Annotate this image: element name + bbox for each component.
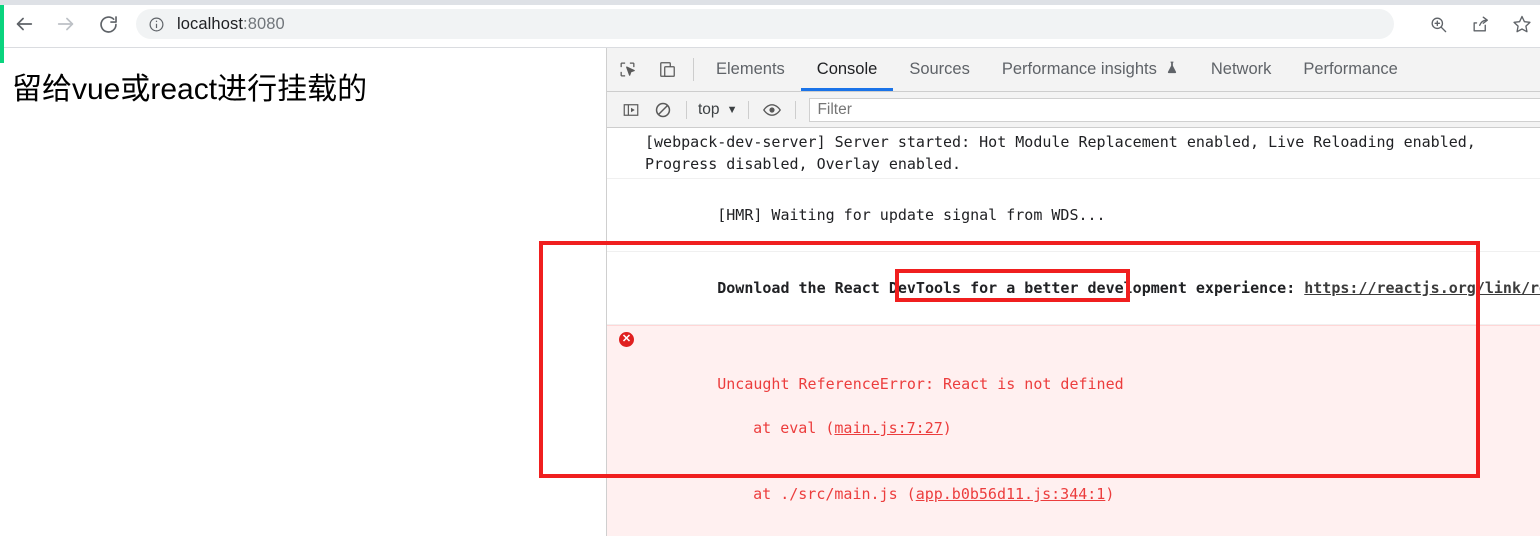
stack-frame-suffix: ) [942, 419, 952, 437]
filter-input[interactable]: Filter [809, 97, 1540, 122]
back-arrow-icon[interactable] [8, 8, 40, 40]
browser-window: localhost:8080 留给vue或react进行挂载的 Elements… [0, 0, 1540, 536]
console-message-text: Download the React DevTools for a better… [717, 279, 1305, 297]
tab-elements[interactable]: Elements [700, 48, 801, 91]
url-host: localhost [177, 14, 244, 33]
live-expression-eye-icon[interactable] [756, 96, 788, 124]
stack-frame[interactable]: at ./src/main.js (app.b0b56d11.js:344:1) [645, 483, 1540, 505]
forward-arrow-icon[interactable] [50, 8, 82, 40]
stack-frame-suffix: ) [1105, 485, 1115, 503]
toolbar-divider [693, 58, 694, 81]
device-toolbar-icon[interactable] [647, 48, 687, 91]
experiment-flask-icon [1165, 60, 1179, 79]
console-message-hmr[interactable]: [HMR] Waiting for update signal from WDS… [607, 179, 1540, 252]
zoom-in-icon[interactable] [1424, 10, 1452, 38]
star-icon[interactable] [1508, 10, 1536, 38]
stack-frame-link[interactable]: app.b0b56d11.js:344:1 [916, 485, 1106, 503]
share-icon[interactable] [1466, 10, 1494, 38]
tab-console[interactable]: Console [800, 48, 894, 91]
tab-performance-insights-label: Performance insights [1001, 60, 1157, 78]
filter-placeholder: Filter [817, 100, 852, 118]
console-sidebar-icon[interactable] [615, 96, 647, 124]
devtools-panel: Elements Console Sources Performance ins… [606, 48, 1540, 536]
reload-icon[interactable] [92, 8, 124, 40]
page-heading: 留给vue或react进行挂载的 [12, 73, 368, 106]
console-message-text: [HMR] Waiting for update signal from WDS… [717, 206, 1106, 224]
execution-context-selector[interactable]: top ▼ [694, 101, 741, 119]
inspect-element-icon[interactable] [607, 48, 647, 91]
browser-toolbar: localhost:8080 [0, 0, 1540, 48]
tab-sources[interactable]: Sources [893, 48, 986, 91]
tab-performance-label: Performance [1303, 60, 1398, 78]
filterbar-divider-2 [748, 100, 750, 119]
react-devtools-link[interactable]: https://reactjs.org/link/react-devtools [1304, 279, 1540, 297]
address-bar[interactable]: localhost:8080 [136, 9, 1394, 39]
stack-frame-link[interactable]: main.js:7:27 [834, 419, 942, 437]
console-error-reference[interactable]: ✕ Uncaught ReferenceError: React is not … [607, 325, 1540, 536]
console-message-react-devtools[interactable]: Download the React DevTools for a better… [607, 252, 1540, 325]
error-prefix: Uncaught ReferenceError: [717, 375, 944, 393]
error-badge-icon: ✕ [619, 332, 634, 347]
tab-performance-insights[interactable]: Performance insights [986, 48, 1195, 91]
clear-console-icon[interactable] [647, 96, 679, 124]
execution-context-label: top [698, 100, 720, 118]
error-detail: React is not defined [943, 375, 1124, 393]
filterbar-divider-3 [795, 100, 797, 119]
stack-frame[interactable]: at eval (main.js:7:27) [645, 417, 1540, 439]
console-filter-toolbar: top ▼ Filter [607, 92, 1540, 128]
page-load-indicator [0, 5, 4, 63]
site-info-icon[interactable] [148, 16, 165, 33]
tab-network-label: Network [1210, 60, 1272, 78]
tab-strip-background [0, 0, 1540, 5]
devtools-tabbar: Elements Console Sources Performance ins… [607, 48, 1540, 92]
console-message-text: [webpack-dev-server] Server started: Hot… [645, 133, 1476, 173]
tab-network[interactable]: Network [1195, 48, 1288, 91]
console-output[interactable]: [webpack-dev-server] Server started: Hot… [607, 128, 1540, 536]
tab-console-label: Console [816, 60, 878, 78]
filterbar-divider-1 [686, 100, 687, 119]
stack-frame-prefix: at eval ( [717, 419, 835, 437]
tab-performance[interactable]: Performance [1287, 48, 1413, 91]
tab-sources-label: Sources [909, 60, 970, 78]
console-message-webpack[interactable]: [webpack-dev-server] Server started: Hot… [607, 128, 1540, 179]
url-port: :8080 [243, 14, 285, 33]
chevron-down-icon: ▼ [726, 103, 738, 116]
address-bar-text: localhost:8080 [177, 15, 285, 34]
tab-elements-label: Elements [716, 60, 785, 78]
page-viewport: 留给vue或react进行挂载的 [0, 48, 606, 536]
stack-frame-prefix: at ./src/main.js ( [717, 485, 916, 503]
